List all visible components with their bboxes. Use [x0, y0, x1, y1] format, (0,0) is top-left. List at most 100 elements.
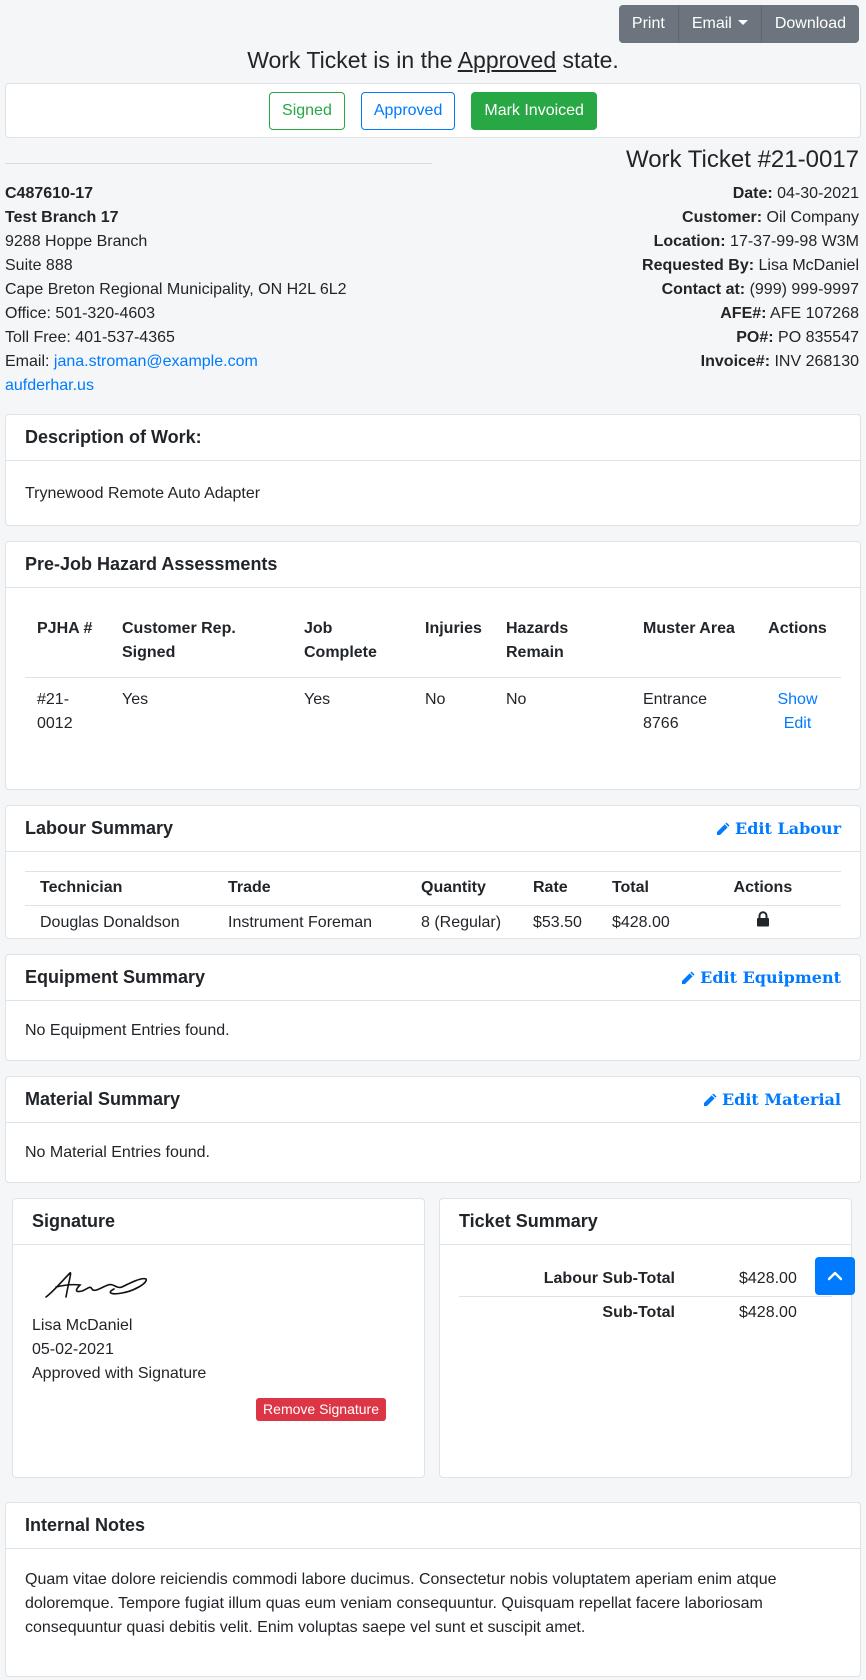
meta-requested-by: Requested By: Lisa McDaniel: [642, 254, 859, 278]
email-label: Email:: [5, 353, 50, 370]
notes-header: Internal Notes: [6, 1503, 860, 1549]
table-row: #21-0012 Yes Yes No No Entrance 8766 Sho…: [25, 677, 841, 749]
meta-invoice: Invoice#: INV 268130: [642, 350, 859, 374]
company-name: Test Branch 17: [5, 209, 119, 226]
pjha-col-rep-signed: Customer Rep. Signed: [122, 620, 236, 661]
company-email-row: Email: jana.stroman@example.com: [5, 350, 435, 374]
pjha-col-complete: Job Complete: [304, 620, 377, 661]
meta-label: Requested By:: [642, 257, 755, 274]
company-code: C487610-17: [5, 185, 94, 202]
pjha-injuries: No: [425, 691, 446, 708]
email-dropdown-button[interactable]: Email: [679, 5, 762, 43]
pjha-muster: Entrance 8766: [643, 691, 708, 732]
pjha-col-actions: Actions: [768, 620, 827, 637]
meta-label: Date:: [732, 185, 773, 202]
company-office-phone: Office: 501-320-4603: [5, 305, 156, 322]
pjha-show-link[interactable]: Show: [766, 688, 829, 712]
state-actions: Signed Approved Mark Invoiced: [5, 83, 861, 138]
material-title: Material Summary: [25, 1089, 181, 1109]
ticket-summary-card: Ticket Summary Labour Sub-Total $428.00 …: [439, 1198, 852, 1478]
pjha-body: PJHA # Customer Rep. Signed Job Complete…: [6, 588, 860, 748]
labour-col-technician: Technician: [25, 871, 213, 906]
company-tollfree-phone: Toll Free: 401-537-4365: [5, 329, 175, 346]
company-website-link[interactable]: aufderhar.us: [5, 377, 94, 394]
summary-label: Labour Sub-Total: [543, 1270, 675, 1288]
edit-labour-link[interactable]: Edit Labour: [715, 817, 841, 841]
signature-card: Signature Lisa McDaniel 05-02-2021 Appro…: [12, 1198, 425, 1478]
meta-po: PO#: PO 835547: [642, 326, 859, 350]
summary-value: $428.00: [739, 1270, 797, 1288]
toolbar: Print Email Download: [618, 5, 859, 43]
notes-body: Quam vitae dolore reiciendis commodi lab…: [6, 1549, 860, 1662]
meta-value: 17-37-99-98 W3M: [730, 233, 859, 250]
labour-body: Technician Trade Quantity Rate Total Act…: [6, 852, 860, 938]
description-card: Description of Work: Trynewood Remote Au…: [5, 414, 861, 526]
email-label: Email: [691, 15, 732, 32]
pencil-icon: [703, 1093, 717, 1106]
mark-invoiced-button[interactable]: Mark Invoiced: [471, 91, 597, 130]
company-email-link[interactable]: jana.stroman@example.com: [54, 353, 258, 370]
pjha-col-injuries: Injuries: [425, 620, 482, 637]
labour-col-total: Total: [596, 871, 685, 906]
pjha-edit-link[interactable]: Edit: [766, 712, 829, 736]
material-empty-text: No Material Entries found.: [25, 1144, 210, 1161]
meta-customer: Customer: Oil Company: [642, 206, 859, 230]
meta-label: Invoice#:: [700, 353, 771, 370]
state-value: Approved: [457, 47, 557, 73]
labour-title: Labour Summary: [25, 818, 174, 838]
edit-labour-label: Edit Labour: [735, 818, 841, 838]
equipment-header: Equipment Summary Edit Equipment: [6, 955, 860, 1001]
state-suffix: state.: [562, 47, 619, 73]
signer-name: Lisa McDaniel: [32, 1317, 133, 1334]
notes-title: Internal Notes: [25, 1515, 146, 1535]
labour-col-trade: Trade: [213, 871, 406, 906]
lock-icon: [756, 911, 769, 927]
signed-button[interactable]: Signed: [269, 91, 345, 130]
edit-material-label: Edit Material: [721, 1089, 841, 1109]
meta-location: Location: 17-37-99-98 W3M: [642, 230, 859, 254]
pjha-col-muster: Muster Area: [643, 620, 735, 637]
meta-value: PO 835547: [778, 329, 859, 346]
signature-actions: Remove Signature: [32, 1386, 405, 1426]
edit-material-link[interactable]: Edit Material: [702, 1088, 841, 1112]
state-message: Work Ticket is in the Approved state.: [0, 44, 866, 76]
pjha-rep-signed: Yes: [122, 691, 149, 708]
pjha-col-num: PJHA #: [37, 620, 93, 637]
meta-label: Location:: [653, 233, 726, 250]
pjha-actions: Show Edit: [754, 678, 841, 749]
pjha-card: Pre-Job Hazard Assessments PJHA # Custom…: [5, 541, 861, 790]
summary-table: Labour Sub-Total $428.00 Sub-Total $428.…: [459, 1263, 832, 1329]
print-button[interactable]: Print: [619, 5, 679, 43]
signature-body: Lisa McDaniel 05-02-2021 Approved with S…: [13, 1245, 424, 1426]
description-body: Trynewood Remote Auto Adapter: [6, 461, 860, 525]
download-button[interactable]: Download: [762, 5, 859, 43]
company-info: C487610-17 Test Branch 17 9288 Hoppe Bra…: [5, 182, 435, 398]
company-address-2: Suite 888: [5, 257, 73, 274]
company-address-1: 9288 Hoppe Branch: [5, 233, 148, 250]
company-website-row: aufderhar.us: [5, 374, 435, 398]
meta-date: Date: 04-30-2021: [642, 182, 859, 206]
edit-equipment-link[interactable]: Edit Equipment: [680, 966, 841, 990]
scroll-to-top-button[interactable]: [815, 1257, 855, 1295]
company-city: Cape Breton Regional Municipality, ON H2…: [5, 281, 347, 298]
pjha-header: Pre-Job Hazard Assessments: [6, 542, 860, 588]
notes-text: Quam vitae dolore reiciendis commodi lab…: [25, 1571, 777, 1636]
pjha-complete: Yes: [304, 691, 331, 708]
labour-table: Technician Trade Quantity Rate Total Act…: [25, 871, 841, 938]
labour-col-quantity: Quantity: [406, 871, 518, 906]
labour-quantity: 8 (Regular): [421, 913, 502, 931]
signature-header: Signature: [13, 1199, 424, 1245]
meta-contact: Contact at: (999) 999-9997: [642, 278, 859, 302]
material-card: Material Summary Edit Material No Materi…: [5, 1076, 861, 1183]
remove-signature-button[interactable]: Remove Signature: [256, 1398, 386, 1421]
approved-button[interactable]: Approved: [360, 91, 456, 130]
equipment-card: Equipment Summary Edit Equipment No Equi…: [5, 954, 861, 1061]
pencil-icon: [682, 971, 695, 984]
meta-value: Lisa McDaniel: [758, 257, 859, 274]
edit-equipment-label: Edit Equipment: [700, 967, 841, 987]
summary-header: Ticket Summary: [440, 1199, 851, 1245]
meta-value: 04-30-2021: [777, 185, 859, 202]
chevron-up-icon: [827, 1271, 843, 1281]
ticket-title: Work Ticket #21-0017: [625, 146, 859, 173]
meta-label: Customer:: [682, 209, 763, 226]
